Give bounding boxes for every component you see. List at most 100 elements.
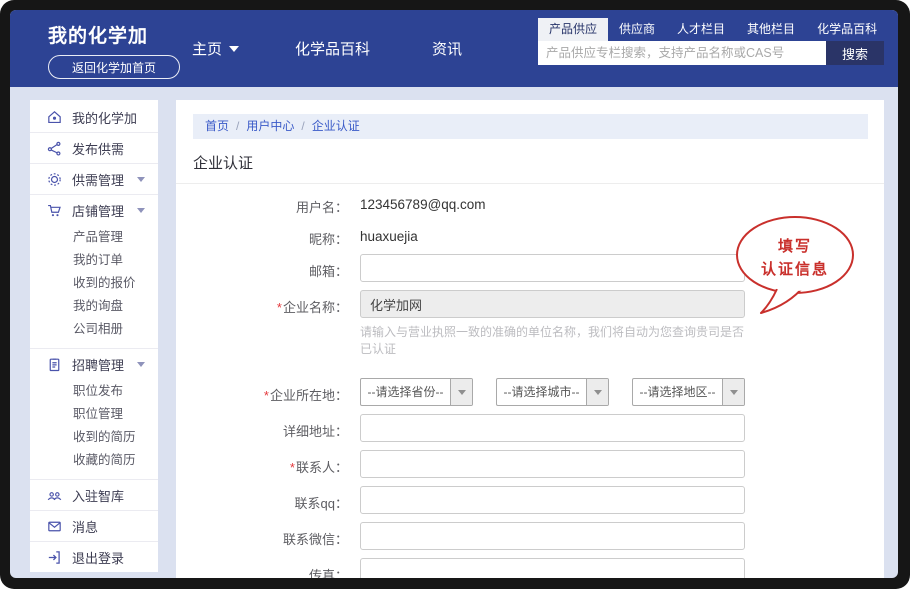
breadcrumb-separator: / (236, 119, 239, 133)
breadcrumb-link-0[interactable]: 首页 (205, 119, 229, 133)
sidebar-subitem-3-1[interactable]: 我的订单 (30, 249, 158, 272)
select-arrow-button[interactable] (450, 379, 472, 405)
nav-item-0[interactable]: 主页 (192, 38, 239, 59)
form-row-contact-person: *联系人： (176, 450, 884, 478)
required-asterisk: * (277, 300, 282, 315)
share-icon (46, 140, 63, 157)
form-row-company-name: *企业名称： 请输入与营业执照一致的准确的单位名称，我们将自动为您查询贵司是否已认… (176, 290, 884, 370)
form-control-address (360, 414, 745, 442)
form-control-email (360, 254, 745, 282)
nav-item-label: 资讯 (432, 38, 462, 59)
page-body: 我的化学加发布供需供需管理店铺管理产品管理我的订单收到的报价我的询盘公司相册招聘… (10, 87, 898, 578)
form-label-nickname: 昵称： (176, 222, 348, 248)
sidebar-item-6[interactable]: 消息 (30, 511, 158, 541)
sidebar-subitem-3-2[interactable]: 收到的报价 (30, 272, 158, 295)
company-location-select-0[interactable]: --请选择省份-- (360, 378, 473, 406)
form-label-contact-wechat: 联系微信： (176, 522, 348, 548)
form-row-contact-qq: 联系qq： (176, 486, 884, 514)
sidebar-subitem-4-0[interactable]: 职位发布 (30, 380, 158, 403)
location-selects: --请选择省份-- --请选择城市-- --请选择地区-- (360, 378, 745, 406)
address-input[interactable] (360, 414, 745, 442)
home-icon (46, 109, 63, 126)
nav-item-2[interactable]: 资讯 (432, 38, 462, 59)
sidebar-subitem-4-3[interactable]: 收藏的简历 (30, 449, 158, 472)
sidebar-item-4[interactable]: 招聘管理 (30, 349, 158, 379)
search-button[interactable]: 搜索 (826, 41, 884, 65)
top-nav: 主页 化学品百科 资讯 (192, 10, 462, 87)
breadcrumb-link-2[interactable]: 企业认证 (312, 119, 360, 133)
search-bar: 搜索 (538, 41, 884, 65)
sidebar-item-0[interactable]: 我的化学加 (30, 102, 158, 132)
sidebar-item-label: 招聘管理 (72, 355, 124, 374)
mail-icon (46, 518, 63, 535)
sidebar-subitem-4-1[interactable]: 职位管理 (30, 403, 158, 426)
sidebar-subitem-3-4[interactable]: 公司相册 (30, 318, 158, 341)
sidebar-item-label: 入驻智库 (72, 486, 124, 505)
form-label-contact-person: *联系人： (176, 450, 348, 476)
certification-form: 用户名： 123456789@qq.com 昵称：huaxuejia邮箱： *企业名称… (176, 184, 884, 578)
search-input[interactable] (538, 41, 826, 65)
form-row-email: 邮箱： (176, 254, 884, 282)
form-row-company-location: *企业所在地：--请选择省份----请选择城市----请选择地区-- (176, 378, 884, 406)
company-name-hint: 请输入与营业执照一致的准确的单位名称，我们将自动为您查询贵司是否已认证 (360, 323, 745, 357)
select-value: --请选择城市-- (497, 379, 586, 405)
group-icon (46, 487, 63, 504)
sidebar-item-5[interactable]: 入驻智库 (30, 480, 158, 510)
chevron-down-icon (458, 390, 466, 395)
select-arrow-button[interactable] (586, 379, 608, 405)
sidebar-item-1[interactable]: 发布供需 (30, 133, 158, 163)
chevron-down-icon (730, 390, 738, 395)
company-location-select-2[interactable]: --请选择地区-- (632, 378, 745, 406)
form-control-company-location: --请选择省份-- --请选择城市-- --请选择地区-- (360, 378, 745, 406)
sidebar-item-7[interactable]: 退出登录 (30, 542, 158, 572)
logo-block: 我的化学加 返回化学加首页 (48, 21, 180, 79)
sidebar-subitem-3-0[interactable]: 产品管理 (30, 226, 158, 249)
contact-person-input[interactable] (360, 450, 745, 478)
nav-item-1[interactable]: 化学品百科 (295, 38, 370, 59)
email-input[interactable] (360, 254, 745, 282)
form-label-fax: 传真： (176, 558, 348, 578)
company-location-select-1[interactable]: --请选择城市-- (496, 378, 609, 406)
breadcrumb: 首页 / 用户中心 / 企业认证 (193, 114, 868, 139)
sidebar-subitem-3-3[interactable]: 我的询盘 (30, 295, 158, 318)
search-tab-3[interactable]: 其他栏目 (736, 18, 806, 41)
chevron-down-icon (137, 208, 145, 213)
contact-qq-input[interactable] (360, 486, 745, 514)
search-tab-2[interactable]: 人才栏目 (666, 18, 736, 41)
form-label-contact-qq: 联系qq： (176, 486, 348, 512)
search-module: 产品供应供应商人才栏目其他栏目化学品百科 搜索 (538, 18, 884, 65)
contact-wechat-input[interactable] (360, 522, 745, 550)
main-panel: 首页/用户中心/企业认证 企业认证 用户名：123456789@qq.com昵称… (176, 100, 884, 578)
form-control-contact-wechat (360, 522, 745, 550)
search-tab-4[interactable]: 化学品百科 (806, 18, 888, 41)
sidebar-submenu-3: 产品管理我的订单收到的报价我的询盘公司相册 (30, 225, 158, 348)
search-tab-0[interactable]: 产品供应 (538, 18, 608, 41)
fax-input[interactable] (360, 558, 745, 578)
sidebar-item-label: 供需管理 (72, 170, 124, 189)
header: 我的化学加 返回化学加首页 主页化学品百科资讯 产品供应供应商人才栏目其他栏目化… (10, 10, 898, 87)
form-label-company-name: *企业名称： (176, 290, 348, 316)
username-value: 123456789@qq.com (360, 190, 486, 212)
sidebar-item-label: 我的化学加 (72, 108, 137, 127)
logo-title[interactable]: 我的化学加 (48, 21, 180, 48)
breadcrumb-separator: / (301, 119, 304, 133)
gear-icon (46, 171, 63, 188)
company-name-input (360, 290, 745, 318)
sidebar-item-3[interactable]: 店铺管理 (30, 195, 158, 225)
cart-icon (46, 202, 63, 219)
chevron-down-icon (594, 390, 602, 395)
chevron-down-icon (137, 177, 145, 182)
sidebar-subitem-4-2[interactable]: 收到的简历 (30, 426, 158, 449)
form-label-username: 用户名： (176, 190, 348, 216)
breadcrumb-link-1[interactable]: 用户中心 (246, 119, 294, 133)
back-home-button[interactable]: 返回化学加首页 (48, 55, 180, 79)
sidebar-item-2[interactable]: 供需管理 (30, 164, 158, 194)
form-row-username: 用户名： 123456789@qq.com (176, 190, 884, 222)
select-arrow-button[interactable] (722, 379, 744, 405)
search-tab-1[interactable]: 供应商 (608, 18, 666, 41)
form-row-nickname: 昵称：huaxuejia (176, 222, 884, 254)
chevron-down-icon (229, 46, 239, 52)
form-label-email: 邮箱： (176, 254, 348, 280)
app-window: 我的化学加 返回化学加首页 主页化学品百科资讯 产品供应供应商人才栏目其他栏目化… (10, 10, 898, 578)
form-row-address: 详细地址： (176, 414, 884, 442)
